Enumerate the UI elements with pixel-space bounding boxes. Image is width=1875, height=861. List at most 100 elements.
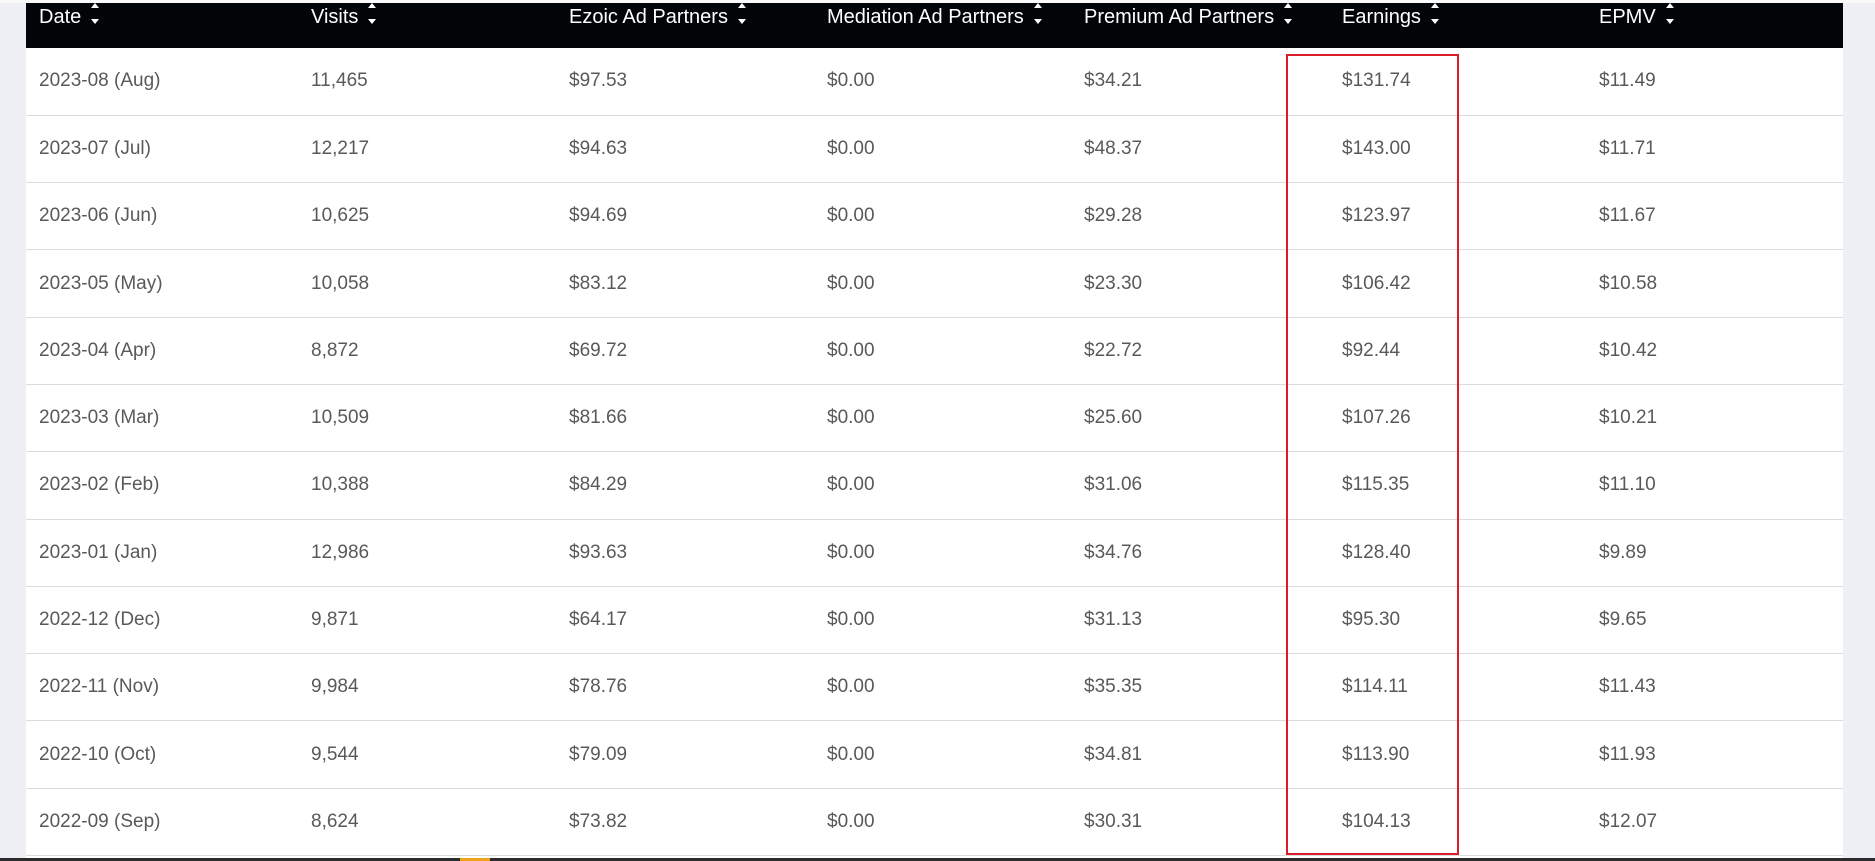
table-row: 2023-02 (Feb) 10,388 $84.29 $0.00 $31.06 $115… (26, 452, 1843, 520)
earnings-table: Date Visits Ezoic Ad Partners Mediation … (26, 3, 1843, 856)
table-row: 2022-09 (Sep) 8,624 $73.82 $0.00 $30.31 $104.… (26, 788, 1843, 856)
cell-date: 2023-08 (Aug) (39, 70, 161, 92)
column-header-mediation-ad-partners[interactable]: Mediation Ad Partners (814, 3, 1071, 48)
cell-ezoic-ad-partners: $97.53 (569, 70, 628, 92)
cell-date: 2022-11 (Nov) (39, 676, 160, 698)
sort-icon[interactable] (1033, 3, 1044, 29)
cell-visits: 10,509 (311, 407, 370, 429)
table-row: 2023-06 (Jun) 10,625 $94.69 $0.00 $29.28 $123… (26, 183, 1843, 250)
table-row: 2022-12 (Dec) 9,871 $64.17 $0.00 $31.13 $95.3… (26, 586, 1843, 654)
column-header-ezoic-ad-partners[interactable]: Ezoic Ad Partners (556, 3, 814, 48)
cell-mediation-ad-partners: $0.00 (827, 70, 875, 92)
cell-epmv: $11.49 (1599, 70, 1656, 92)
cell-visits: 10,625 (311, 205, 370, 227)
cell-premium-ad-partners: $48.37 (1084, 137, 1143, 159)
cell-visits: 9,871 (311, 609, 359, 631)
cell-visits: 8,872 (311, 339, 359, 361)
cell-earnings: $113.90 (1342, 743, 1410, 765)
cell-visits: 8,624 (311, 810, 359, 832)
cell-date: 2023-07 (Jul) (39, 137, 151, 159)
cell-date: 2023-05 (May) (39, 272, 163, 294)
cell-earnings: $128.40 (1342, 541, 1411, 563)
cell-earnings: $92.44 (1342, 339, 1401, 361)
column-header-label: Date (39, 6, 82, 28)
sort-icon[interactable] (737, 3, 748, 29)
cell-ezoic-ad-partners: $69.72 (569, 339, 628, 361)
cell-ezoic-ad-partners: $78.76 (569, 676, 628, 698)
cell-date: 2023-01 (Jan) (39, 541, 158, 563)
column-header-visits[interactable]: Visits (298, 3, 556, 48)
cell-mediation-ad-partners: $0.00 (827, 339, 875, 361)
cell-epmv: $11.43 (1599, 676, 1656, 698)
cell-ezoic-ad-partners: $79.09 (569, 743, 628, 765)
cell-mediation-ad-partners: $0.00 (827, 137, 875, 159)
sort-icon[interactable] (1430, 3, 1441, 29)
cell-earnings: $123.97 (1342, 205, 1411, 227)
cell-mediation-ad-partners: $0.00 (827, 676, 875, 698)
cell-epmv: $9.65 (1599, 609, 1647, 631)
cell-mediation-ad-partners: $0.00 (827, 205, 875, 227)
cell-mediation-ad-partners: $0.00 (827, 743, 875, 765)
column-header-epmv[interactable]: EPMV (1586, 3, 1843, 48)
cell-ezoic-ad-partners: $93.63 (569, 541, 628, 563)
cell-mediation-ad-partners: $0.00 (827, 609, 875, 631)
cell-ezoic-ad-partners: $64.17 (569, 609, 628, 631)
cell-date: 2023-03 (Mar) (39, 407, 160, 429)
sort-icon[interactable] (1665, 3, 1676, 29)
cell-premium-ad-partners: $31.06 (1084, 474, 1143, 496)
sort-icon[interactable] (90, 3, 101, 29)
column-header-date[interactable]: Date (26, 3, 298, 48)
cell-earnings: $104.13 (1342, 810, 1411, 832)
cell-visits: 12,217 (311, 137, 370, 159)
cell-premium-ad-partners: $23.30 (1084, 272, 1143, 294)
table-row: 2023-03 (Mar) 10,509 $81.66 $0.00 $25.60 $107… (26, 384, 1843, 452)
table-row: 2023-08 (Aug) 11,465 $97.53 $0.00 $34.21 $131… (26, 48, 1843, 116)
cell-earnings: $114.11 (1342, 676, 1408, 698)
cell-premium-ad-partners: $29.28 (1084, 205, 1143, 227)
table-header-row: Date Visits Ezoic Ad Partners Mediation … (26, 3, 1843, 48)
cell-date: 2023-02 (Feb) (39, 474, 160, 496)
cell-premium-ad-partners: $34.76 (1084, 541, 1143, 563)
cell-date: 2022-12 (Dec) (39, 609, 161, 631)
column-header-earnings[interactable]: Earnings (1329, 3, 1586, 48)
cell-earnings: $143.00 (1342, 137, 1411, 159)
table-row: 2023-07 (Jul) 12,217 $94.63 $0.00 $48.37 $143… (26, 115, 1843, 183)
cell-epmv: $11.93 (1599, 743, 1656, 765)
cell-earnings: $115.35 (1342, 474, 1410, 496)
cell-visits: 12,986 (311, 541, 370, 563)
cell-visits: 11,465 (311, 70, 368, 92)
cell-earnings: $107.26 (1342, 407, 1411, 429)
table-row: 2023-01 (Jan) 12,986 $93.63 $0.00 $34.76 $128… (26, 519, 1843, 587)
cell-epmv: $11.10 (1599, 474, 1656, 496)
cell-ezoic-ad-partners: $94.69 (569, 205, 628, 227)
earnings-table-panel: Date Visits Ezoic Ad Partners Mediation … (26, 3, 1843, 861)
cell-date: 2022-09 (Sep) (39, 810, 161, 832)
table-body: 2023-08 (Aug) 11,465 $97.53 $0.00 $34.21 $131… (26, 48, 1843, 856)
cell-mediation-ad-partners: $0.00 (827, 272, 875, 294)
column-header-label: EPMV (1599, 6, 1656, 28)
cell-epmv: $10.21 (1599, 407, 1658, 429)
cell-ezoic-ad-partners: $73.82 (569, 810, 628, 832)
cell-ezoic-ad-partners: $83.12 (569, 272, 628, 294)
cell-epmv: $9.89 (1599, 541, 1647, 563)
table-row: 2023-04 (Apr) 8,872 $69.72 $0.00 $22.72 $92.4… (26, 317, 1843, 385)
cell-visits: 9,544 (311, 743, 359, 765)
sort-icon[interactable] (367, 3, 378, 29)
column-header-label: Earnings (1342, 6, 1421, 28)
cell-mediation-ad-partners: $0.00 (827, 541, 875, 563)
cell-premium-ad-partners: $25.60 (1084, 407, 1143, 429)
column-header-label: Mediation Ad Partners (827, 6, 1024, 28)
cell-visits: 10,058 (311, 272, 370, 294)
cell-date: 2022-10 (Oct) (39, 743, 157, 765)
cell-premium-ad-partners: $30.31 (1084, 810, 1143, 832)
cell-ezoic-ad-partners: $94.63 (569, 137, 628, 159)
column-header-premium-ad-partners[interactable]: Premium Ad Partners (1071, 3, 1329, 48)
sort-icon[interactable] (1283, 3, 1294, 29)
column-header-label: Visits (311, 6, 359, 28)
cell-date: 2023-06 (Jun) (39, 205, 158, 227)
cell-epmv: $10.42 (1599, 339, 1658, 361)
cell-epmv: $10.58 (1599, 272, 1658, 294)
cell-premium-ad-partners: $34.81 (1084, 743, 1143, 765)
cell-mediation-ad-partners: $0.00 (827, 810, 875, 832)
column-header-label: Premium Ad Partners (1084, 6, 1275, 28)
